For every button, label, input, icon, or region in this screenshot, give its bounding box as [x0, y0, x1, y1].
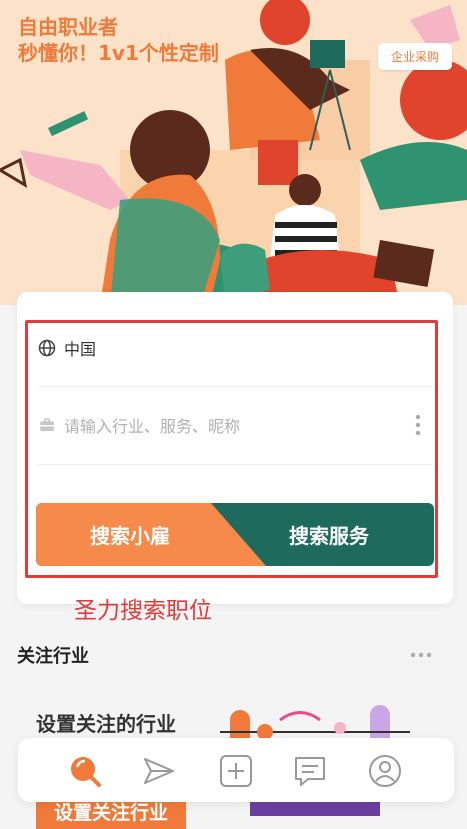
hero-title-line1: 自由职业者 [18, 15, 118, 39]
paper-plane-icon [144, 758, 174, 784]
hero-banner[interactable]: 自由职业者 秒懂你！1v1个性定制 企业采购 [0, 0, 467, 305]
tab-profile[interactable] [366, 752, 404, 790]
message-icon [295, 757, 325, 786]
tab-messages[interactable] [291, 752, 329, 790]
tab-send[interactable] [140, 752, 178, 790]
annotation-highlight-box [25, 320, 438, 578]
hero-title-line2: 秒懂你！1v1个性定制 [18, 41, 219, 65]
hero-title: 自由职业者 秒懂你！1v1个性定制 [18, 14, 219, 66]
more-horizontal-icon[interactable] [410, 652, 432, 658]
tab-add[interactable] [217, 752, 255, 790]
tab-home[interactable] [66, 752, 104, 790]
corporate-purchase-button[interactable]: 企业采购 [378, 43, 452, 70]
profile-icon [369, 755, 401, 787]
search-home-icon [71, 757, 101, 787]
follow-card-title: 设置关注的行业 [36, 712, 176, 736]
annotation-text: 圣力搜索职位 [74, 598, 212, 624]
bottom-tab-bar [18, 738, 454, 802]
section-title-follow-industry: 关注行业 [17, 646, 89, 667]
add-icon [220, 755, 252, 787]
